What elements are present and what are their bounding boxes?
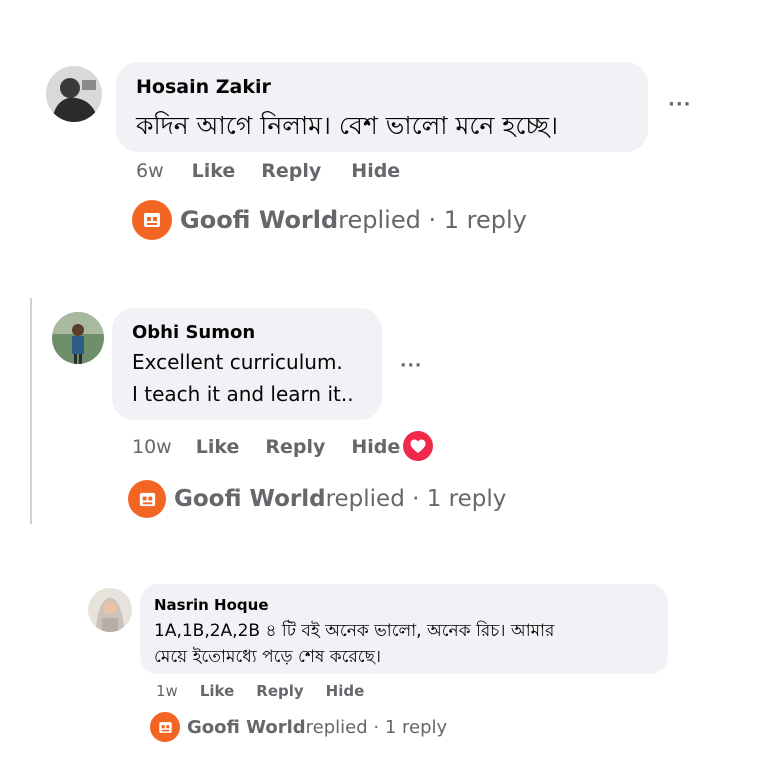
hide-button[interactable]: Hide: [351, 436, 400, 458]
comment-actions: 1w Like Reply Hide: [156, 682, 364, 700]
replied-count: replied · 1 reply: [338, 206, 527, 234]
comment-text-line: মেয়ে ইতোমধ্যে পড়ে শেষ করেছে।: [154, 647, 382, 667]
like-button[interactable]: Like: [192, 160, 236, 182]
page-replied-link[interactable]: Goofi World replied · 1 reply: [132, 200, 527, 240]
avatar[interactable]: [88, 588, 132, 632]
thread-line: [30, 298, 32, 524]
avatar-image: [88, 588, 132, 632]
comment-text-line: Excellent curriculum.: [132, 350, 343, 374]
reply-button[interactable]: Reply: [256, 682, 303, 700]
replied-count: replied · 1 reply: [305, 716, 448, 738]
reply-button[interactable]: Reply: [261, 160, 321, 182]
goofi-world-avatar: [132, 200, 172, 240]
comment-bubble: Hosain Zakir কদিন আগে নিলাম। বেশ ভালো মন…: [116, 62, 648, 152]
comment-text-line: I teach it and learn it..: [132, 382, 354, 406]
comment-text: কদিন আগে নিলাম। বেশ ভালো মনে হচ্ছে।: [136, 111, 559, 140]
hide-button[interactable]: Hide: [326, 682, 365, 700]
goofi-world-avatar: [128, 480, 166, 518]
love-reaction-icon: [403, 431, 433, 461]
page-replied-link[interactable]: Goofi World replied · 1 reply: [128, 480, 506, 518]
replied-count: replied · 1 reply: [325, 486, 507, 512]
heart-icon[interactable]: [402, 430, 434, 462]
like-button[interactable]: Like: [200, 682, 234, 700]
goofi-logo-icon: [158, 721, 172, 733]
page-name: Goofi World: [174, 486, 326, 512]
comment-timestamp[interactable]: 1w: [156, 682, 178, 700]
avatar-image: [46, 66, 102, 122]
reply-button[interactable]: Reply: [265, 436, 325, 458]
comment-bubble: Nasrin Hoque 1A,1B,2A,2B ৪ টি বই অনেক ভা…: [140, 584, 668, 674]
page-name: Goofi World: [187, 716, 306, 738]
avatar[interactable]: [52, 312, 104, 364]
goofi-logo-icon: [139, 492, 155, 506]
like-button[interactable]: Like: [196, 436, 240, 458]
goofi-logo-icon: [144, 213, 160, 227]
comment-author[interactable]: Nasrin Hoque: [154, 596, 269, 614]
more-options-button[interactable]: ···: [400, 356, 422, 376]
comment-text-line: 1A,1B,2A,2B ৪ টি বই অনেক ভালো, অনেক রিচ।…: [154, 621, 555, 641]
more-options-button[interactable]: ···: [668, 94, 692, 115]
comment-actions: 6w Like Reply Hide: [136, 160, 400, 182]
page-name: Goofi World: [180, 206, 339, 234]
comment-actions: 10w Like Reply Hide: [132, 436, 400, 458]
goofi-world-avatar: [150, 712, 180, 742]
hide-button[interactable]: Hide: [351, 160, 400, 182]
avatar-image: [52, 312, 104, 364]
comment-author[interactable]: Hosain Zakir: [136, 76, 271, 98]
avatar[interactable]: [46, 66, 102, 122]
comment-bubble: Obhi Sumon Excellent curriculum. I teach…: [112, 308, 382, 420]
comment-timestamp[interactable]: 10w: [132, 436, 172, 458]
comment-author[interactable]: Obhi Sumon: [132, 322, 255, 343]
page-replied-link[interactable]: Goofi World replied · 1 reply: [150, 712, 447, 742]
comment-timestamp[interactable]: 6w: [136, 160, 164, 182]
